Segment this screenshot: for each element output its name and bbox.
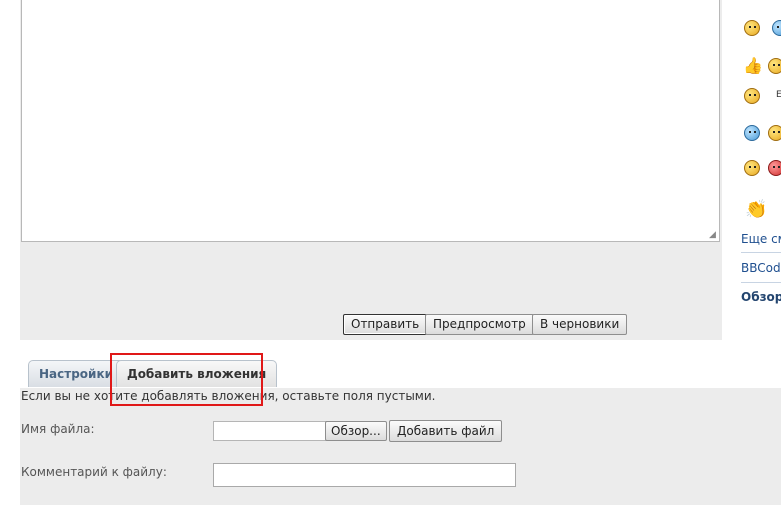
bbcode-help-link[interactable]: BBCod: [741, 261, 781, 275]
highlight-annotation: [110, 353, 263, 406]
smiley-angry-icon[interactable]: [744, 160, 760, 176]
smiley-blue-icon[interactable]: [744, 125, 760, 141]
resize-grip-icon[interactable]: ◢: [709, 230, 719, 240]
message-textarea[interactable]: [21, 0, 720, 242]
add-file-button[interactable]: Добавить файл: [389, 420, 503, 442]
thumbs-up-icon[interactable]: 👍: [743, 58, 763, 74]
save-draft-button[interactable]: В черновики: [532, 314, 628, 335]
file-comment-field[interactable]: [213, 463, 516, 487]
smiley-confused-icon[interactable]: [744, 88, 760, 104]
smiley-clap-icon[interactable]: 👏: [745, 201, 767, 219]
smiley-thinking-icon[interactable]: [744, 20, 760, 36]
smiley-mad-icon[interactable]: [768, 160, 781, 176]
preview-button[interactable]: Предпросмотр: [425, 314, 534, 335]
filename-label: Имя файла:: [21, 422, 95, 436]
more-smilies-link[interactable]: Еще см: [741, 232, 781, 246]
divider: [741, 252, 781, 253]
overview-link[interactable]: Обзор: [741, 290, 781, 304]
smiley-cool-icon[interactable]: [772, 20, 781, 36]
divider: [741, 282, 781, 283]
send-button[interactable]: Отправить: [343, 314, 428, 335]
smiley-laughing-icon[interactable]: [768, 58, 781, 74]
smiley-text-label: E: [776, 90, 781, 100]
browse-button[interactable]: Обзор...: [325, 421, 387, 441]
smiley-surprised-icon[interactable]: [768, 125, 781, 141]
file-comment-label: Комментарий к файлу:: [21, 465, 167, 479]
